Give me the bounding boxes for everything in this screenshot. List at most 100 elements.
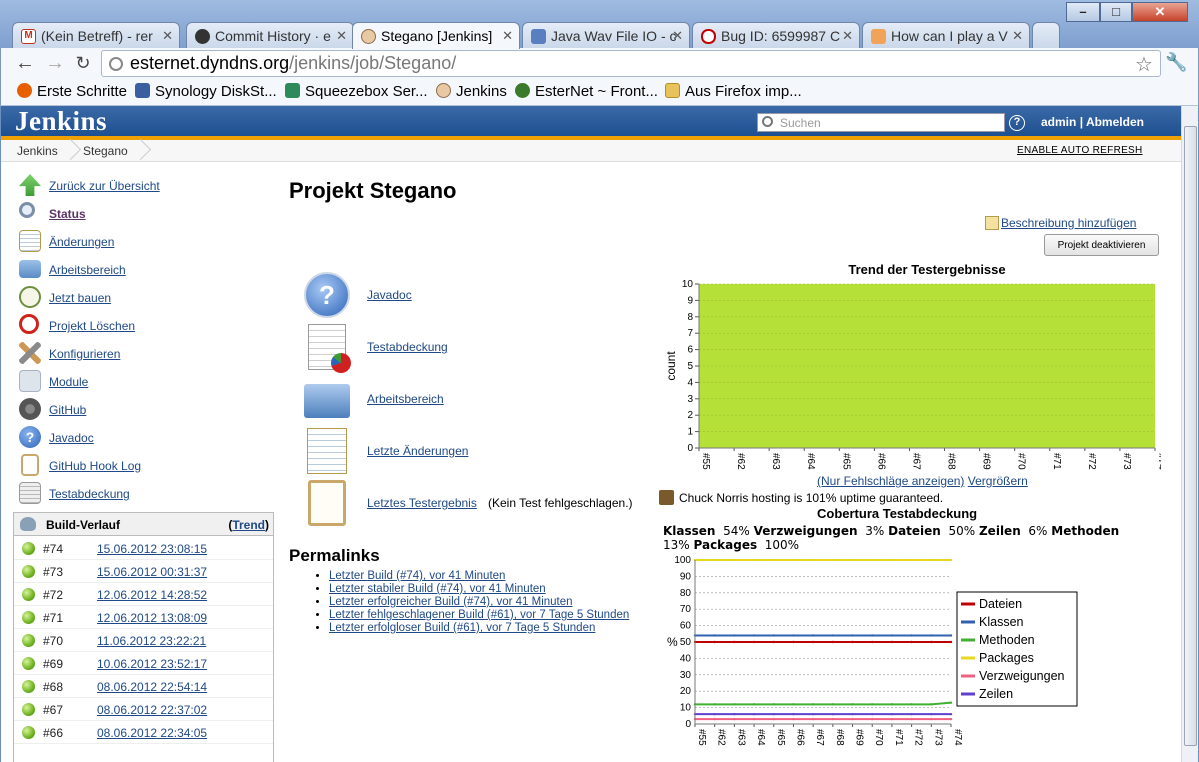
build-date-link[interactable]: 08.06.2012 22:54:14	[97, 680, 207, 694]
sidebar-item-arbeitsbereich[interactable]: Arbeitsbereich	[19, 258, 269, 282]
tab-close-icon[interactable]: ✕	[162, 28, 173, 44]
sidebar-item-label[interactable]: Jetzt bauen	[49, 291, 111, 305]
failures-only-link[interactable]: (Nur Fehlschläge anzeigen)	[817, 474, 964, 488]
sidebar-item-github-hook-log[interactable]: GitHub Hook Log	[19, 454, 269, 478]
main-link-arbeitsbereich[interactable]: Arbeitsbereich	[304, 376, 664, 424]
permalink[interactable]: Letzter Build (#74), vor 41 Minuten	[329, 570, 505, 582]
build-date-link[interactable]: 11.06.2012 23:22:21	[97, 634, 206, 648]
build-date-link[interactable]: 15.06.2012 23:08:15	[97, 542, 207, 556]
scrollbar-thumb[interactable]	[1184, 126, 1197, 746]
sidebar-item-testabdeckung[interactable]: Testabdeckung	[19, 482, 269, 506]
bookmark-item[interactable]: Squeezebox Ser...	[285, 83, 428, 100]
breadcrumb-stegano[interactable]: Stegano	[83, 144, 128, 158]
sidebar-item-module[interactable]: Module	[19, 370, 269, 394]
forward-icon[interactable]: →	[43, 52, 67, 76]
main-link-letzte-aenderungen[interactable]: Letzte Änderungen	[304, 428, 664, 476]
sidebar-item-label[interactable]: Zurück zur Übersicht	[49, 179, 160, 193]
back-icon[interactable]: ←	[13, 52, 37, 76]
sidebar-item-aenderungen[interactable]: Änderungen	[19, 230, 269, 254]
main-link-label[interactable]: Arbeitsbereich	[367, 392, 444, 406]
sidebar-item-label[interactable]: Javadoc	[49, 431, 94, 445]
tab-close-icon[interactable]: ✕	[1012, 28, 1023, 44]
bookmark-item[interactable]: Synology DiskSt...	[135, 83, 277, 100]
tab-close-icon[interactable]: ✕	[842, 28, 853, 44]
sidebar-item-label[interactable]: Konfigurieren	[49, 347, 120, 361]
browser-tab-4[interactable]: Bug ID: 6599987 C ✕	[692, 22, 860, 48]
sidebar-item-status[interactable]: Status	[19, 202, 269, 226]
logout-link[interactable]: Abmelden	[1086, 115, 1144, 129]
sidebar-item-label[interactable]: GitHub	[49, 403, 86, 417]
minimize-button[interactable]: –	[1066, 2, 1100, 22]
address-bar[interactable]: esternet.dyndns.org/jenkins/job/Stegano/	[101, 50, 1161, 77]
sidebar-item-jetzt-bauen[interactable]: Jetzt bauen	[19, 286, 269, 310]
main-link-label[interactable]: Letztes Testergebnis	[367, 496, 477, 510]
trend-link[interactable]: Trend	[232, 518, 265, 532]
search-input[interactable]: Suchen	[757, 113, 1005, 132]
jenkins-logo[interactable]: Jenkins	[15, 106, 107, 137]
enlarge-link[interactable]: Vergrößern	[968, 474, 1028, 488]
x-tick-label: #66	[875, 453, 886, 470]
main-link-label[interactable]: Letzte Änderungen	[367, 444, 468, 458]
tab-close-icon[interactable]: ✕	[336, 28, 347, 44]
sidebar-item-label[interactable]: Änderungen	[49, 235, 114, 249]
disable-project-button[interactable]: Projekt deaktivieren	[1044, 234, 1159, 256]
browser-tab-5[interactable]: How can I play a V ✕	[862, 22, 1030, 48]
build-date-link[interactable]: 10.06.2012 23:52:17	[97, 657, 207, 671]
breadcrumb-jenkins[interactable]: Jenkins	[17, 144, 58, 158]
x-tick-label: #67	[814, 729, 825, 746]
permalink[interactable]: Letzter fehlgeschlagener Build (#61), vo…	[329, 609, 629, 621]
help-icon[interactable]: ?	[1009, 115, 1025, 131]
bookmark-item[interactable]: Jenkins	[436, 83, 507, 100]
browser-tab-1[interactable]: Commit History · e ✕	[186, 22, 354, 48]
main-link-javadoc[interactable]: ? Javadoc	[304, 272, 664, 320]
permalink[interactable]: Letzter erfolgreicher Build (#74), vor 4…	[329, 596, 573, 608]
reload-icon[interactable]: ↻	[71, 52, 95, 76]
bookmark-item[interactable]: Aus Firefox imp...	[665, 83, 802, 100]
sidebar-item-label[interactable]: Status	[49, 207, 86, 221]
vertical-scrollbar[interactable]	[1181, 106, 1198, 762]
build-date-link[interactable]: 12.06.2012 13:08:09	[97, 611, 207, 625]
close-window-button[interactable]: ✕	[1132, 2, 1188, 22]
sidebar-item-label[interactable]: Testabdeckung	[49, 487, 130, 501]
legend-label: Verzweigungen	[979, 669, 1065, 683]
new-tab-button[interactable]	[1032, 22, 1060, 48]
wrench-icon[interactable]: 🔧	[1165, 52, 1187, 73]
sidebar-item-label[interactable]: GitHub Hook Log	[49, 459, 141, 473]
enable-auto-refresh-link[interactable]: ENABLE AUTO REFRESH	[1017, 145, 1143, 156]
sidebar-item-konfigurieren[interactable]: Konfigurieren	[19, 342, 269, 366]
permalink[interactable]: Letzter erfolgloser Build (#61), vor 7 T…	[329, 622, 595, 634]
sidebar-item-zurueck[interactable]: Zurück zur Übersicht	[19, 174, 269, 198]
sidebar-item-projekt-loeschen[interactable]: Projekt Löschen	[19, 314, 269, 338]
sidebar-item-github[interactable]: GitHub	[19, 398, 269, 422]
user-name-link[interactable]: admin	[1041, 115, 1076, 129]
series-point	[733, 712, 736, 716]
series-point	[792, 640, 795, 644]
tab-close-icon[interactable]: ✕	[502, 28, 513, 44]
build-date-link[interactable]: 08.06.2012 22:37:02	[97, 703, 207, 717]
sidebar-item-label[interactable]: Projekt Löschen	[49, 319, 135, 333]
y-tick-label: 4	[687, 377, 693, 388]
bookmark-label: Jenkins	[456, 83, 507, 100]
build-date-link[interactable]: 12.06.2012 14:28:52	[97, 588, 207, 602]
bookmark-star-icon[interactable]: ☆	[1135, 52, 1153, 77]
browser-tab-3[interactable]: Java Wav File IO - c ✕	[522, 22, 690, 48]
tab-close-icon[interactable]: ✕	[672, 28, 683, 44]
x-tick-label: #70	[1016, 453, 1027, 470]
sidebar-item-label[interactable]: Module	[49, 375, 88, 389]
bookmark-item[interactable]: EsterNet ~ Front...	[515, 83, 658, 100]
sidebar-item-javadoc[interactable]: ? Javadoc	[19, 426, 269, 450]
browser-tab-2[interactable]: Stegano [Jenkins] ✕	[352, 22, 520, 49]
main-link-testabdeckung[interactable]: Testabdeckung	[304, 324, 664, 373]
add-description-link[interactable]: Beschreibung hinzufügen	[1001, 216, 1136, 230]
permalink[interactable]: Letzter stabiler Build (#74), vor 41 Min…	[329, 583, 546, 595]
main-link-letztes-testergebnis[interactable]: Letztes Testergebnis (Kein Test fehlgesc…	[304, 480, 664, 528]
main-link-label[interactable]: Javadoc	[367, 288, 412, 302]
build-date-link[interactable]: 15.06.2012 00:31:37	[97, 565, 207, 579]
main-link-label[interactable]: Testabdeckung	[367, 340, 448, 354]
build-date-link[interactable]: 08.06.2012 22:34:05	[97, 726, 207, 740]
sidebar-item-label[interactable]: Arbeitsbereich	[49, 263, 126, 277]
globe-icon	[109, 57, 123, 71]
browser-tab-0[interactable]: M (Kein Betreff) - rer ✕	[12, 22, 180, 48]
bookmark-item[interactable]: Erste Schritte	[17, 83, 127, 100]
maximize-button[interactable]: □	[1100, 2, 1132, 22]
